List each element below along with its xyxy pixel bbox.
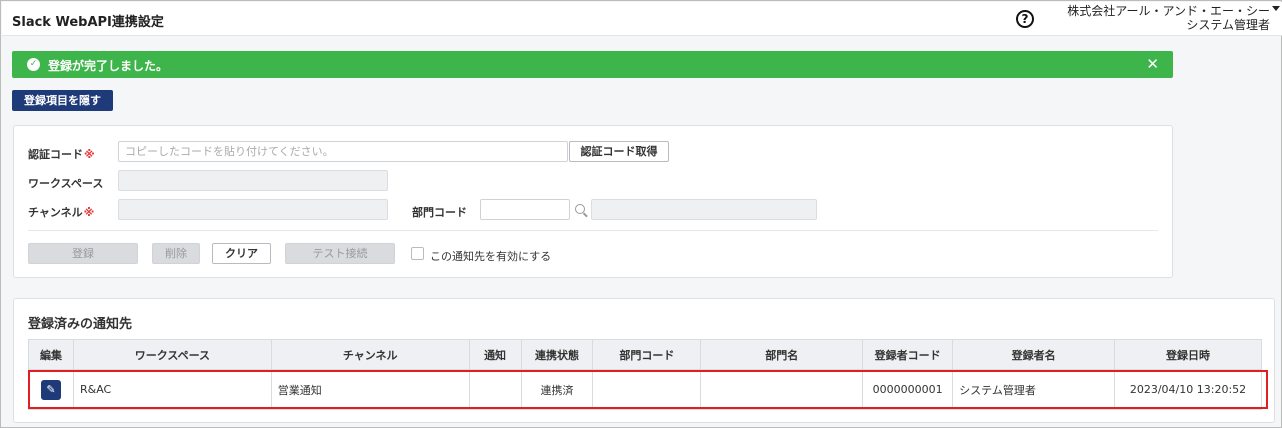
column-header: ワークスペース: [72, 339, 272, 370]
chevron-down-icon[interactable]: [1272, 6, 1280, 11]
column-header: チャンネル: [270, 339, 470, 370]
dept-name-cell: [700, 369, 864, 410]
auth-code-input[interactable]: コピーしたコードを貼り付けてください。: [118, 141, 568, 162]
register-button[interactable]: 登録: [28, 243, 138, 264]
column-header: 編集: [28, 339, 74, 370]
auth-code-label: 認証コード※: [28, 148, 95, 161]
notify-cell: [468, 369, 522, 410]
get-auth-code-button[interactable]: 認証コード取得: [569, 141, 669, 162]
registered-list-panel: 登録済みの通知先 編集 ワークスペース チャンネル 通知 連携状態 部門コード …: [13, 298, 1275, 423]
alert-message: 登録が完了しました。: [48, 59, 169, 73]
registered-at-cell: 2023/04/10 13:20:52: [1114, 369, 1262, 410]
close-icon[interactable]: ✕: [1146, 55, 1159, 73]
registrant-code-cell: 0000000001: [862, 369, 954, 410]
status-cell: 連携済: [520, 369, 594, 410]
form-divider: [28, 230, 1158, 231]
channel-cell: 営業通知: [270, 369, 470, 410]
workspace-label: ワークスペース: [28, 177, 104, 190]
top-bar: Slack WebAPI連携設定 ? 株式会社アール・アンド・エー・シー システ…: [2, 2, 1282, 36]
app-frame: Slack WebAPI連携設定 ? 株式会社アール・アンド・エー・シー システ…: [0, 0, 1282, 428]
help-icon[interactable]: ?: [1016, 10, 1034, 28]
channel-label: チャンネル※: [28, 206, 95, 219]
table-header-row: 編集 ワークスペース チャンネル 通知 連携状態 部門コード 部門名 登録者コー…: [28, 339, 1262, 370]
test-connection-button[interactable]: テスト接続: [285, 243, 395, 264]
company-name: 株式会社アール・アンド・エー・シー: [1067, 4, 1270, 18]
column-header: 登録日時: [1114, 339, 1262, 370]
dept-code-cell: [592, 369, 702, 410]
dept-code-label: 部門コード: [412, 206, 467, 219]
dept-code-input[interactable]: [480, 199, 570, 220]
column-header: 連携状態: [520, 339, 594, 370]
search-icon[interactable]: [575, 204, 585, 214]
dept-name-field: [591, 199, 817, 220]
hide-form-button[interactable]: 登録項目を隠す: [12, 90, 113, 111]
check-circle-icon: ✓: [27, 58, 40, 71]
enable-checkbox[interactable]: [411, 247, 424, 260]
edit-cell: ✎: [28, 369, 74, 410]
registered-table: 編集 ワークスペース チャンネル 通知 連携状態 部門コード 部門名 登録者コー…: [28, 339, 1262, 410]
table-row[interactable]: ✎ R&AC 営業通知 連携済 0000000001 システム管理者 2023/…: [28, 369, 1262, 410]
column-header: 登録者名: [952, 339, 1115, 370]
workspace-cell: R&AC: [72, 369, 272, 410]
edit-icon[interactable]: ✎: [40, 379, 61, 400]
user-role: システム管理者: [1186, 18, 1270, 32]
registration-form: 認証コード※ コピーしたコードを貼り付けてください。 認証コード取得 ワークスペ…: [13, 125, 1173, 278]
column-header: 登録者コード: [862, 339, 954, 370]
workspace-field: [118, 170, 388, 191]
clear-button[interactable]: クリア: [212, 243, 271, 264]
channel-field: [118, 199, 388, 220]
user-menu[interactable]: 株式会社アール・アンド・エー・シー システム管理者: [1067, 4, 1270, 32]
delete-button[interactable]: 削除: [152, 243, 200, 264]
column-header: 部門コード: [592, 339, 702, 370]
registered-list-title: 登録済みの通知先: [28, 317, 133, 332]
column-header: 部門名: [700, 339, 864, 370]
page-title: Slack WebAPI連携設定: [12, 15, 164, 30]
column-header: 通知: [468, 339, 522, 370]
success-alert: ✓ 登録が完了しました。 ✕: [12, 51, 1173, 78]
registrant-name-cell: システム管理者: [952, 369, 1115, 410]
enable-label: この通知先を有効にする: [430, 250, 552, 263]
